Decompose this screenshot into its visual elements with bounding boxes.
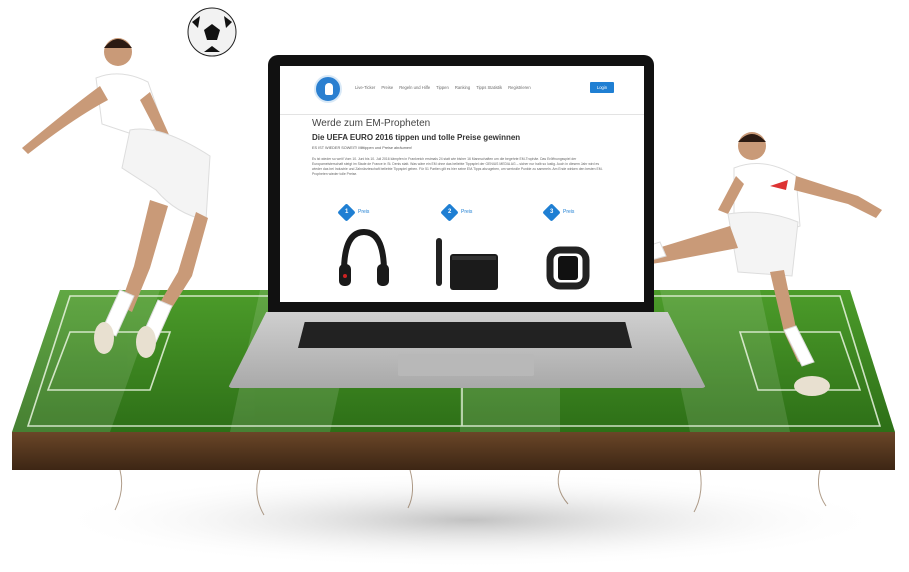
football-laptop-scene: Live-Ticker Preise Regeln und Hilfe Tipp… [0,0,909,572]
laptop-screen: Live-Ticker Preise Regeln und Hilfe Tipp… [280,66,644,302]
prize-label: Preis [358,209,370,215]
nav-item-live-ticker[interactable]: Live-Ticker [355,85,375,90]
nav-item-tippen[interactable]: Tippen [436,85,449,90]
laptop-keyboard [298,322,632,348]
nav-menu: Live-Ticker Preise Regeln und Hilfe Tipp… [355,85,531,90]
login-button[interactable]: Login [590,82,614,93]
website-navbar: Live-Ticker Preise Regeln und Hilfe Tipp… [280,66,644,115]
prize-1[interactable]: 1 Preis [337,203,400,222]
fitness-tracker-icon [546,246,590,290]
prize-2[interactable]: 2 Preis [440,203,503,222]
prize-number-badge: 1 [337,203,356,222]
ground-shadow [50,472,890,568]
soccer-ball [187,7,237,57]
prize-label: Preis [461,209,473,215]
headphones-icon [339,228,389,286]
prize-number-badge: 2 [440,203,459,222]
nav-item-regeln[interactable]: Regeln und Hilfe [399,85,430,90]
soil-layer [12,432,895,470]
nav-item-registrieren[interactable]: Registrieren [508,85,531,90]
page-tagline: ES IST WIEDER SOWEIT! Mittippen und Prei… [312,146,413,150]
tv-box-icon [436,238,498,290]
intro-paragraph: Es ist wieder so weit! Vom 10. Juni bis … [312,157,603,176]
nav-item-ranking[interactable]: Ranking [455,85,470,90]
nav-item-preise[interactable]: Preise [381,85,393,90]
laptop-trackpad [398,354,534,376]
prize-label: Preis [563,209,575,215]
nav-item-statistik[interactable]: Tipps Statistik [476,85,502,90]
page-title: Die UEFA EURO 2016 tippen und tolle Prei… [312,133,521,142]
football-player-logo-icon[interactable] [314,75,342,103]
prize-number-badge: 3 [542,203,561,222]
page-heading: Werde zum EM-Propheten [312,118,431,129]
prize-3[interactable]: 3 Preis [542,203,605,222]
